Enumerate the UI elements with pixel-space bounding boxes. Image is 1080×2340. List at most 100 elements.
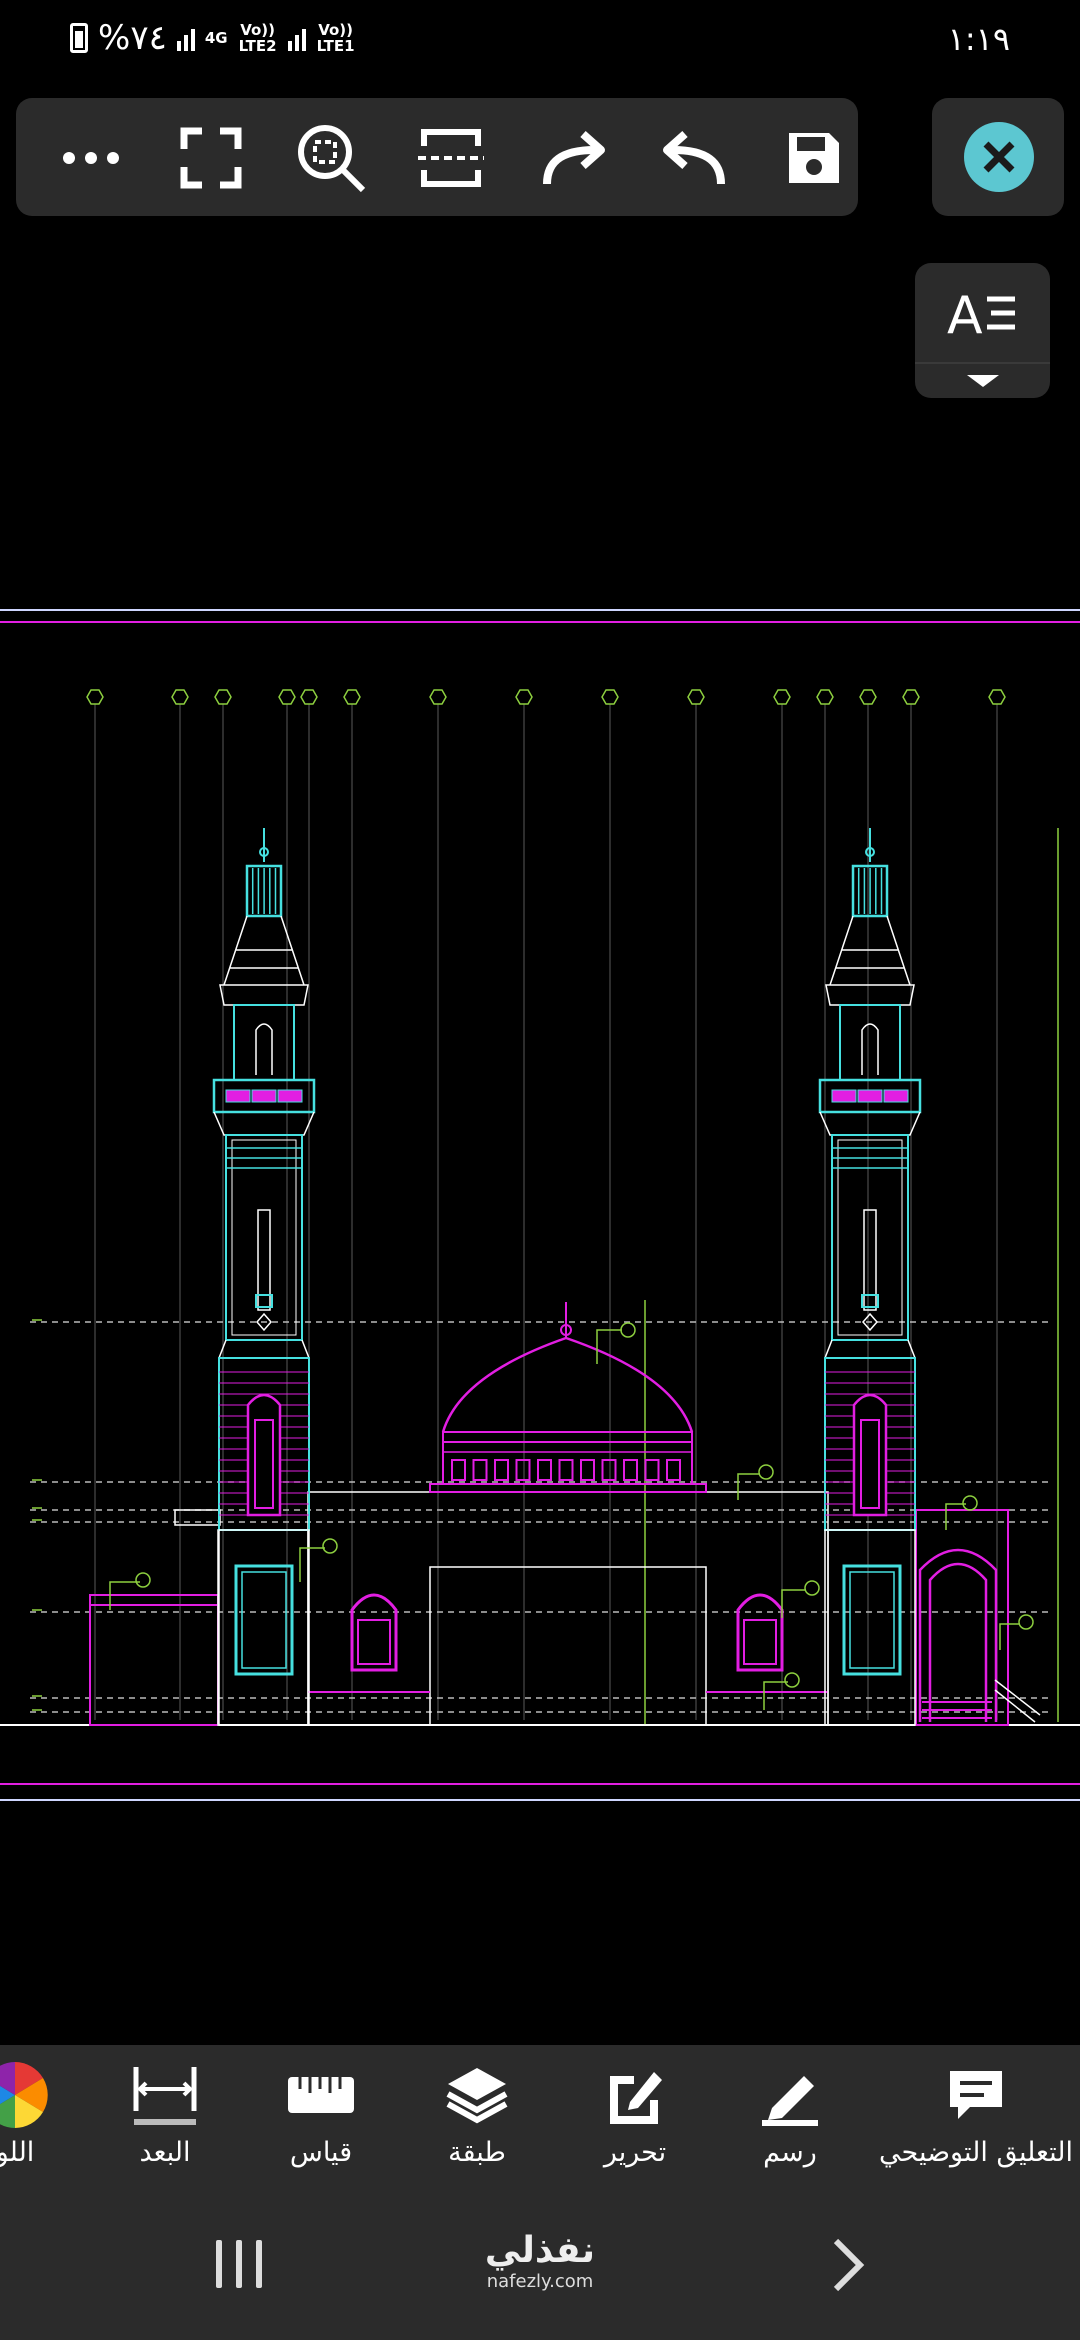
- zoom-extents-icon: [298, 125, 366, 193]
- grid-marker: [86, 689, 104, 705]
- dome-windows: [451, 1459, 681, 1481]
- fullscreen-icon: [180, 127, 242, 189]
- grid-marker: [773, 689, 791, 705]
- layer-tool[interactable]: طبقة: [432, 2065, 522, 2168]
- status-left: %٧٤ 4G Vo)) LTE2 Vo)) LTE1: [70, 18, 356, 58]
- dome-window: [558, 1459, 574, 1481]
- comment-icon: [950, 2071, 1002, 2119]
- minaret-balcony-panel: [251, 1089, 277, 1103]
- text-style-icon: A: [915, 286, 1050, 387]
- minaret-cone: [829, 915, 911, 986]
- minaret-cone-base: [825, 984, 915, 1006]
- more-icon: [63, 152, 119, 164]
- color-wheel-icon: [0, 2062, 48, 2128]
- annotation-tool[interactable]: التعليق التوضيحي: [872, 2065, 1080, 2168]
- zoom-extents-button[interactable]: [291, 118, 371, 198]
- network-type: 4G: [204, 29, 228, 47]
- draw-label: رسم: [763, 2137, 817, 2168]
- recents-button[interactable]: [216, 2240, 262, 2288]
- fullscreen-button[interactable]: [171, 118, 251, 198]
- minaret-balcony-corbel: [213, 1111, 315, 1136]
- edit-icon: [610, 2072, 662, 2124]
- grid-marker: [278, 689, 296, 705]
- grid-marker: [816, 689, 834, 705]
- cad-drawing-canvas[interactable]: [0, 600, 1080, 1820]
- grid-marker: [515, 689, 533, 705]
- minaret-balcony-corbel: [819, 1111, 921, 1136]
- pencil-icon: [762, 2076, 818, 2126]
- grid-marker: [601, 689, 619, 705]
- grid-marker: [343, 689, 361, 705]
- save-button[interactable]: [774, 118, 854, 198]
- grid-marker: [214, 689, 232, 705]
- dome-window: [601, 1459, 617, 1481]
- measure-label: قياس: [289, 2137, 353, 2168]
- minaret-upper-arch: [255, 1023, 273, 1075]
- svg-text:A: A: [947, 286, 983, 346]
- minaret-cone-base: [219, 984, 309, 1006]
- back-button[interactable]: [830, 2237, 866, 2297]
- watermark-logo-ar: نفذلي: [484, 2230, 596, 2271]
- status-bar: %٧٤ 4G Vo)) LTE2 Vo)) LTE1 ١:١٩: [0, 0, 1080, 80]
- signal-icon: [287, 25, 306, 51]
- viewport-button[interactable]: [411, 118, 491, 198]
- close-icon: [983, 141, 1015, 173]
- dome-window: [623, 1459, 638, 1481]
- minaret-shaft-inner: [837, 1139, 903, 1336]
- mosque-elevation-drawing[interactable]: [0, 600, 1080, 1820]
- dome-window: [472, 1459, 488, 1481]
- minaret-balcony-panel: [225, 1089, 251, 1103]
- minaret-base-window: [246, 1393, 282, 1517]
- dimension-tool[interactable]: البعد: [120, 2065, 210, 2168]
- edit-label: تحرير: [603, 2137, 667, 2168]
- minaret-right: [818, 828, 922, 1726]
- grid-marker: [171, 689, 189, 705]
- edit-tool[interactable]: تحرير: [590, 2065, 680, 2168]
- measure-tool[interactable]: قياس: [276, 2065, 366, 2168]
- minaret-base-window: [852, 1393, 888, 1517]
- top-toolbar: [16, 98, 858, 216]
- minaret-transition: [217, 1339, 311, 1359]
- lte1-indicator: Vo)) LTE1: [316, 21, 355, 55]
- undo-icon: [663, 131, 725, 185]
- minaret-cone: [223, 915, 305, 986]
- dome-window: [494, 1459, 509, 1481]
- close-button[interactable]: [964, 122, 1034, 192]
- minaret-balcony-panel: [831, 1089, 857, 1103]
- main-building: [89, 1491, 1009, 1726]
- ruler-icon: [288, 2077, 354, 2113]
- grid-marker: [687, 689, 705, 705]
- dimension-label: البعد: [139, 2137, 191, 2168]
- watermark-logo-en: nafezly.com: [486, 2271, 594, 2292]
- dome-window: [666, 1459, 681, 1481]
- battery-level: %٧٤: [98, 18, 167, 58]
- dome-window: [537, 1459, 552, 1481]
- battery-icon: [70, 23, 88, 53]
- layers-icon: [446, 2068, 508, 2124]
- system-nav-bar: نفذلي nafezly.com: [0, 2195, 1080, 2340]
- minaret-upper-shaft: [233, 1004, 295, 1081]
- text-style-button[interactable]: A: [915, 263, 1050, 398]
- minaret-transition: [823, 1339, 917, 1359]
- clock: ١:١٩: [947, 20, 1010, 58]
- home-button[interactable]: نفذلي nafezly.com: [470, 2230, 610, 2292]
- dimension-icon: [133, 2067, 197, 2125]
- draw-tool[interactable]: رسم: [745, 2065, 835, 2168]
- minaret-upper-shaft: [839, 1004, 901, 1081]
- close-panel: [932, 98, 1064, 216]
- dome-window: [515, 1459, 531, 1481]
- color-tool[interactable]: اللو: [0, 2062, 60, 2168]
- bottom-tools-bar: التعليق التوضيحي رسم تحرير طبقة قياس الب…: [0, 2045, 1080, 2195]
- level-markers: [32, 1319, 42, 1711]
- minaret-left: [212, 828, 316, 1726]
- minaret-balcony-panel: [857, 1089, 883, 1103]
- undo-button[interactable]: [654, 118, 734, 198]
- minaret-ground: [218, 1529, 310, 1726]
- color-label: اللو: [0, 2137, 35, 2168]
- grid-marker: [988, 689, 1006, 705]
- redo-button[interactable]: [534, 118, 614, 198]
- more-button[interactable]: [51, 118, 131, 198]
- dome-window: [451, 1459, 466, 1481]
- lte2-indicator: Vo)) LTE2: [238, 21, 277, 55]
- entrance-arch: [918, 1548, 1041, 1723]
